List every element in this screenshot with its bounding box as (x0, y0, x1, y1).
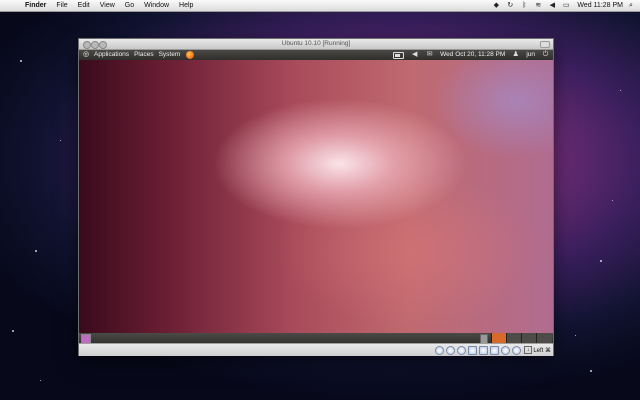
host-key-arrow-icon: ↓ (524, 346, 533, 354)
ubuntu-clock[interactable]: Wed Oct 20, 11:28 PM (440, 50, 505, 60)
menu-window[interactable]: Window (144, 0, 169, 11)
volume-icon[interactable]: ◀ (548, 2, 556, 9)
volume-icon[interactable]: ◀ (410, 51, 419, 59)
floppy-icon[interactable] (457, 345, 467, 355)
workspace-2[interactable] (506, 333, 522, 343)
mac-status-area: ◆ ↻ ᛒ ≋ ◀ ▭ Wed 11:28 PM ⌕ (489, 0, 640, 11)
user-name[interactable]: jun (526, 50, 535, 60)
cdrom-icon[interactable] (446, 345, 456, 355)
virtualization-icon[interactable] (501, 345, 511, 355)
ubuntu-indicator-area: ◀ ✉ Wed Oct 20, 11:28 PM ♟ jun ⏻ (390, 50, 553, 60)
bluetooth-icon[interactable]: ᛒ (520, 2, 528, 9)
ubuntu-top-panel: ◎ Applications Places System ◀ ✉ Wed Oct… (79, 50, 553, 60)
host-key-label: Left ⌘ (533, 347, 551, 354)
battery-icon[interactable] (393, 51, 405, 59)
vm-titlebar[interactable]: Ubuntu 10.10 [Running] (79, 39, 553, 50)
mail-icon[interactable]: ✉ (425, 51, 434, 59)
vm-window: Ubuntu 10.10 [Running] ◎ Applications Pl… (78, 38, 554, 356)
sync-icon[interactable]: ↻ (506, 2, 514, 9)
system-menu[interactable]: System (159, 50, 181, 60)
mouse-integration-icon[interactable] (512, 345, 522, 355)
workspace-1[interactable] (491, 333, 507, 343)
ubuntu-desktop[interactable] (79, 60, 553, 333)
mac-clock[interactable]: Wed 11:28 PM (577, 0, 623, 11)
menu-file[interactable]: File (56, 0, 67, 11)
menu-edit[interactable]: Edit (78, 0, 90, 11)
toolbar-toggle-button[interactable] (540, 41, 550, 48)
firefox-icon[interactable] (186, 51, 195, 59)
places-menu[interactable]: Places (134, 50, 154, 60)
apple-icon[interactable] (7, 1, 16, 10)
mac-menubar: Finder File Edit View Go Window Help ◆ ↻… (0, 0, 640, 12)
power-icon[interactable]: ⏻ (541, 51, 550, 59)
menu-help[interactable]: Help (179, 0, 193, 11)
harddisk-icon[interactable] (435, 345, 445, 355)
ubuntu-bottom-panel (79, 333, 553, 344)
shared-folders-icon[interactable] (490, 345, 500, 355)
spotlight-icon[interactable]: ⌕ (627, 2, 635, 10)
ubuntu-logo-icon[interactable]: ◎ (82, 51, 90, 59)
battery-icon[interactable]: ▭ (562, 2, 570, 9)
menu-view[interactable]: View (100, 0, 115, 11)
menu-finder[interactable]: Finder (25, 0, 46, 11)
workspace-4[interactable] (536, 333, 552, 343)
applications-menu[interactable]: Applications (94, 50, 129, 60)
wifi-icon[interactable]: ≋ (534, 2, 542, 9)
user-icon[interactable]: ♟ (511, 51, 520, 59)
dropbox-icon[interactable]: ◆ (492, 2, 500, 9)
workspace-3[interactable] (521, 333, 537, 343)
usb-icon[interactable] (479, 345, 489, 355)
vm-window-title: Ubuntu 10.10 [Running] (281, 40, 351, 47)
network-icon[interactable] (468, 345, 478, 355)
vbox-status-bar: ↓ Left ⌘ (79, 343, 553, 356)
menu-go[interactable]: Go (125, 0, 134, 11)
